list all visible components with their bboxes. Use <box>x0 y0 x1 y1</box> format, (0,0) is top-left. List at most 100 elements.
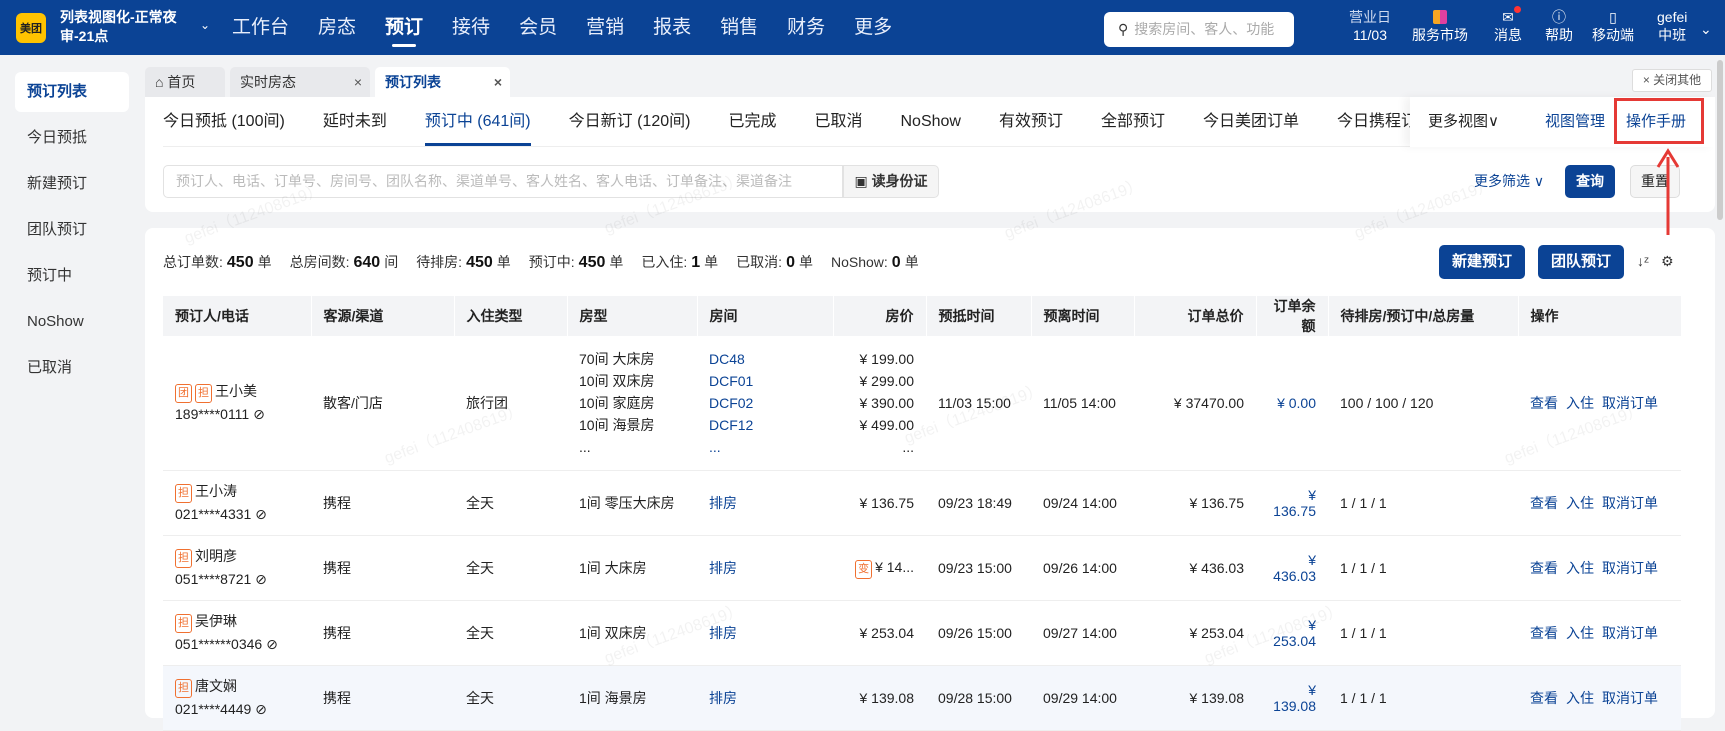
nav-item[interactable]: 房态 <box>318 0 356 55</box>
room-link[interactable]: 排房 <box>709 492 821 514</box>
mobile-button[interactable]: ▯ 移动端 <box>1592 8 1634 44</box>
action-2[interactable]: 取消订单 <box>1602 690 1658 706</box>
booker-name[interactable]: 刘明彦 <box>195 548 237 564</box>
sidebar-item[interactable]: 今日预抵 <box>15 118 129 158</box>
view-tab[interactable]: 有效预订 <box>999 97 1063 146</box>
room-link[interactable]: 排房 <box>709 687 821 709</box>
close-icon[interactable]: × <box>354 67 362 97</box>
nav-item[interactable]: 销售 <box>720 0 758 55</box>
balance-cell[interactable]: ¥ 253.04 <box>1256 600 1328 666</box>
table-row[interactable]: 担刘明彦 051****8721 ⊘ 携程 全天 1间 大床房 排房变 ¥ 14... 09/… <box>163 535 1681 601</box>
action-0[interactable]: 查看 <box>1530 560 1558 576</box>
eye-off-icon[interactable]: ⊘ <box>251 506 267 522</box>
table-row[interactable]: 团担王小美 189****0111 ⊘ 散客/门店 旅行团 70间 大床房 10间 双床房… <box>163 336 1681 471</box>
scrollbar[interactable] <box>1717 60 1723 220</box>
column-header[interactable]: 预离时间 <box>1031 296 1135 336</box>
hotel-name[interactable]: 列表视图化-正常夜审-21点 <box>60 8 190 46</box>
page-tab[interactable]: 预订列表 × <box>375 67 510 97</box>
column-header[interactable]: 房间 <box>697 296 834 336</box>
close-icon[interactable]: × <box>494 67 502 97</box>
column-header[interactable]: 订单总价 <box>1134 296 1257 336</box>
table-row[interactable]: 担唐文娴 021****4449 ⊘ 携程 全天 1间 海景房 排房 ¥ 139.08 09/… <box>163 665 1681 731</box>
messages-button[interactable]: ✉ 消息 <box>1494 6 1522 44</box>
eye-off-icon[interactable]: ⊘ <box>251 701 267 717</box>
nav-item[interactable]: 营销 <box>586 0 624 55</box>
nav-item[interactable]: 会员 <box>519 0 557 55</box>
page-tab[interactable]: 实时房态 × <box>230 67 370 97</box>
table-row[interactable]: 担吴伊琳 051******0346 ⊘ 携程 全天 1间 双床房 排房 ¥ 253.04 0… <box>163 600 1681 666</box>
more-views-dropdown[interactable]: 更多视图∨ <box>1428 97 1499 147</box>
action-0[interactable]: 查看 <box>1530 495 1558 511</box>
sidebar-item[interactable]: 预订列表 <box>15 72 129 112</box>
view-tab[interactable]: 延时未到 <box>323 97 387 146</box>
sidebar-item[interactable]: NoShow <box>15 302 129 342</box>
view-tab[interactable]: 全部预订 <box>1101 97 1165 146</box>
query-button[interactable]: 查询 <box>1565 165 1615 198</box>
nav-item[interactable]: 报表 <box>653 0 691 55</box>
action-1[interactable]: 入住 <box>1566 690 1594 706</box>
new-booking-button[interactable]: 新建预订 <box>1439 245 1526 279</box>
chevron-down-icon[interactable]: ⌄ <box>1700 20 1712 38</box>
sidebar-item[interactable]: 已取消 <box>15 348 129 388</box>
view-manage-link[interactable]: 视图管理 <box>1545 97 1605 147</box>
booker-name[interactable]: 唐文娴 <box>195 678 237 694</box>
column-header[interactable]: 预订人/电话 <box>163 296 312 336</box>
action-2[interactable]: 取消订单 <box>1602 625 1658 641</box>
action-2[interactable]: 取消订单 <box>1602 560 1658 576</box>
action-2[interactable]: 取消订单 <box>1602 395 1658 411</box>
eye-off-icon[interactable]: ⊘ <box>249 406 265 422</box>
order-search-input[interactable]: 预订人、电话、订单号、房间号、团队名称、渠道单号、客人姓名、客人电话、订单备注、… <box>163 165 843 198</box>
column-header[interactable]: 房型 <box>567 296 698 336</box>
action-1[interactable]: 入住 <box>1566 395 1594 411</box>
column-header[interactable]: 预抵时间 <box>926 296 1032 336</box>
balance-cell[interactable]: ¥ 436.03 <box>1256 535 1328 601</box>
sidebar-item[interactable]: 团队预订 <box>15 210 129 250</box>
more-filters-button[interactable]: 更多筛选 ∨ <box>1474 171 1544 191</box>
balance-cell[interactable]: ¥ 136.75 <box>1256 470 1328 536</box>
view-tab[interactable]: 已取消 <box>814 97 862 146</box>
user-menu[interactable]: gefei 中班 <box>1657 8 1687 44</box>
booker-name[interactable]: 王小涛 <box>195 483 237 499</box>
sidebar-item[interactable]: 预订中 <box>15 256 129 296</box>
nav-item[interactable]: 预订 <box>385 0 423 55</box>
room-link[interactable]: 排房 <box>709 557 821 579</box>
room-link[interactable]: DCF01 <box>709 370 821 392</box>
page-tab[interactable]: ⌂ 首页 <box>145 67 225 97</box>
eye-off-icon[interactable]: ⊘ <box>251 571 267 587</box>
service-market-button[interactable]: 服务市场 <box>1412 8 1468 44</box>
column-header[interactable]: 客源/渠道 <box>311 296 455 336</box>
group-booking-button[interactable]: 团队预订 <box>1538 245 1625 279</box>
room-link[interactable]: ... <box>709 436 821 458</box>
view-tab[interactable]: 今日美团订单 <box>1203 97 1299 146</box>
close-others-button[interactable]: × 关闭其他 <box>1632 69 1712 92</box>
gear-icon[interactable]: ⚙ <box>1661 253 1674 270</box>
sidebar-item[interactable]: 新建预订 <box>15 164 129 204</box>
table-row[interactable]: 担王小涛 021****4331 ⊘ 携程 全天 1间 零压大床房 排房 ¥ 136.75 0… <box>163 470 1681 536</box>
read-id-card-button[interactable]: ▣ 读身份证 <box>843 165 939 198</box>
action-1[interactable]: 入住 <box>1566 625 1594 641</box>
view-tab[interactable]: NoShow <box>900 97 960 146</box>
column-header[interactable]: 待排房/预订中/总房量 <box>1328 296 1519 336</box>
sort-icon[interactable]: ↓ᶻ <box>1637 253 1649 269</box>
room-link[interactable]: DCF02 <box>709 392 821 414</box>
room-link[interactable]: 排房 <box>709 622 821 644</box>
view-tab[interactable]: 今日新订 (120间) <box>569 97 691 146</box>
nav-item[interactable]: 接待 <box>452 0 490 55</box>
global-search-input[interactable]: ⚲ 搜索房间、客人、功能 <box>1104 12 1294 47</box>
column-header[interactable]: 房价 <box>833 296 927 336</box>
nav-item[interactable]: 财务 <box>787 0 825 55</box>
action-0[interactable]: 查看 <box>1530 625 1558 641</box>
column-header[interactable]: 订单余额 <box>1256 296 1329 336</box>
action-1[interactable]: 入住 <box>1566 495 1594 511</box>
action-1[interactable]: 入住 <box>1566 560 1594 576</box>
view-tab[interactable]: 已完成 <box>728 97 776 146</box>
nav-item[interactable]: 更多 <box>854 0 892 55</box>
column-header[interactable]: 操作 <box>1518 296 1682 336</box>
room-link[interactable]: DCF12 <box>709 414 821 436</box>
action-0[interactable]: 查看 <box>1530 690 1558 706</box>
action-2[interactable]: 取消订单 <box>1602 495 1658 511</box>
help-button[interactable]: ⓘ 帮助 <box>1545 8 1573 44</box>
balance-cell[interactable]: ¥ 139.08 <box>1256 665 1328 731</box>
action-0[interactable]: 查看 <box>1530 395 1558 411</box>
column-header[interactable]: 入住类型 <box>454 296 568 336</box>
